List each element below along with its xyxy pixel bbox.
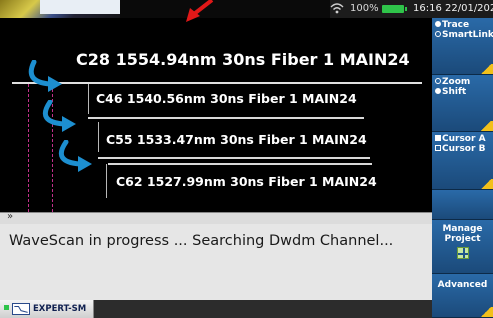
corner-tab-icon	[479, 179, 493, 189]
manage-project-button[interactable]: Manage Project	[432, 220, 493, 274]
row-underline	[98, 157, 370, 159]
curved-arrow-icon	[42, 100, 76, 132]
channel-row-c46[interactable]: C46 1540.56nm 30ns Fiber 1 MAIN24	[96, 91, 357, 106]
checkbox-icon	[435, 145, 441, 151]
wifi-icon	[330, 3, 344, 14]
project-grid-icon	[456, 247, 469, 259]
trace-option[interactable]: Trace	[435, 20, 493, 30]
smartlink-option[interactable]: SmartLink	[435, 30, 493, 40]
channel-row-c28[interactable]: C28 1554.94nm 30ns Fiber 1 MAIN24	[76, 50, 410, 69]
channel-row-c62[interactable]: C62 1527.99nm 30ns Fiber 1 MAIN24	[116, 174, 377, 189]
zoom-shift-button[interactable]: Zoom Shift	[432, 75, 493, 132]
status-message: WaveScan in progress ... Searching Dwdm …	[9, 233, 394, 249]
radio-icon	[435, 31, 441, 37]
trace-area[interactable]: A C28 1554.94nm 30ns Fiber 1 MAIN24 C46 …	[0, 18, 432, 222]
task-bar: EXPERT-SM	[0, 300, 432, 318]
cursor-b-option[interactable]: Cursor B	[435, 144, 493, 154]
trace-app-icon	[12, 303, 30, 315]
side-menu: Trace SmartLink Zoom Shift Cursor A Curs…	[432, 18, 493, 318]
cursor-button[interactable]: Cursor A Cursor B	[432, 132, 493, 190]
corner-tab-icon	[479, 64, 493, 74]
view-mode-button[interactable]: Trace SmartLink	[432, 18, 493, 75]
expert-sm-label: EXPERT-SM	[33, 304, 87, 314]
radio-selected-icon	[435, 21, 441, 27]
radio-icon	[435, 78, 441, 84]
corner-tab-icon	[479, 307, 493, 317]
active-indicator	[4, 305, 9, 310]
battery-percent: 100%	[350, 3, 379, 14]
row-bracket	[106, 164, 107, 198]
expert-sm-tab[interactable]: EXPERT-SM	[0, 300, 94, 318]
row-overline	[108, 163, 372, 165]
row-underline	[88, 117, 364, 119]
status-bar: 100% 16:16 22/01/2020	[330, 0, 493, 18]
collapse-chevron-icon[interactable]: »	[7, 211, 13, 222]
row-bracket	[88, 84, 89, 114]
cursor-a-option[interactable]: Cursor A	[435, 134, 493, 144]
radio-selected-icon	[435, 88, 441, 94]
message-panel: WaveScan in progress ... Searching Dwdm …	[0, 224, 432, 300]
battery-icon	[382, 5, 407, 13]
zoom-option[interactable]: Zoom	[435, 77, 493, 87]
panel-collapse-bar[interactable]: »	[0, 211, 432, 224]
checkbox-checked-icon	[435, 135, 441, 141]
empty-softkey[interactable]	[432, 190, 493, 220]
red-pointer-icon	[186, 0, 214, 22]
clock: 16:16 22/01/2020	[413, 3, 493, 14]
advanced-button[interactable]: Advanced	[432, 274, 493, 318]
channel-row-c55[interactable]: C55 1533.47nm 30ns Fiber 1 MAIN24	[106, 132, 367, 147]
corner-tab-icon	[479, 121, 493, 131]
curved-arrow-icon	[58, 140, 92, 172]
shift-option[interactable]: Shift	[435, 87, 493, 97]
curved-arrow-icon	[28, 60, 62, 92]
